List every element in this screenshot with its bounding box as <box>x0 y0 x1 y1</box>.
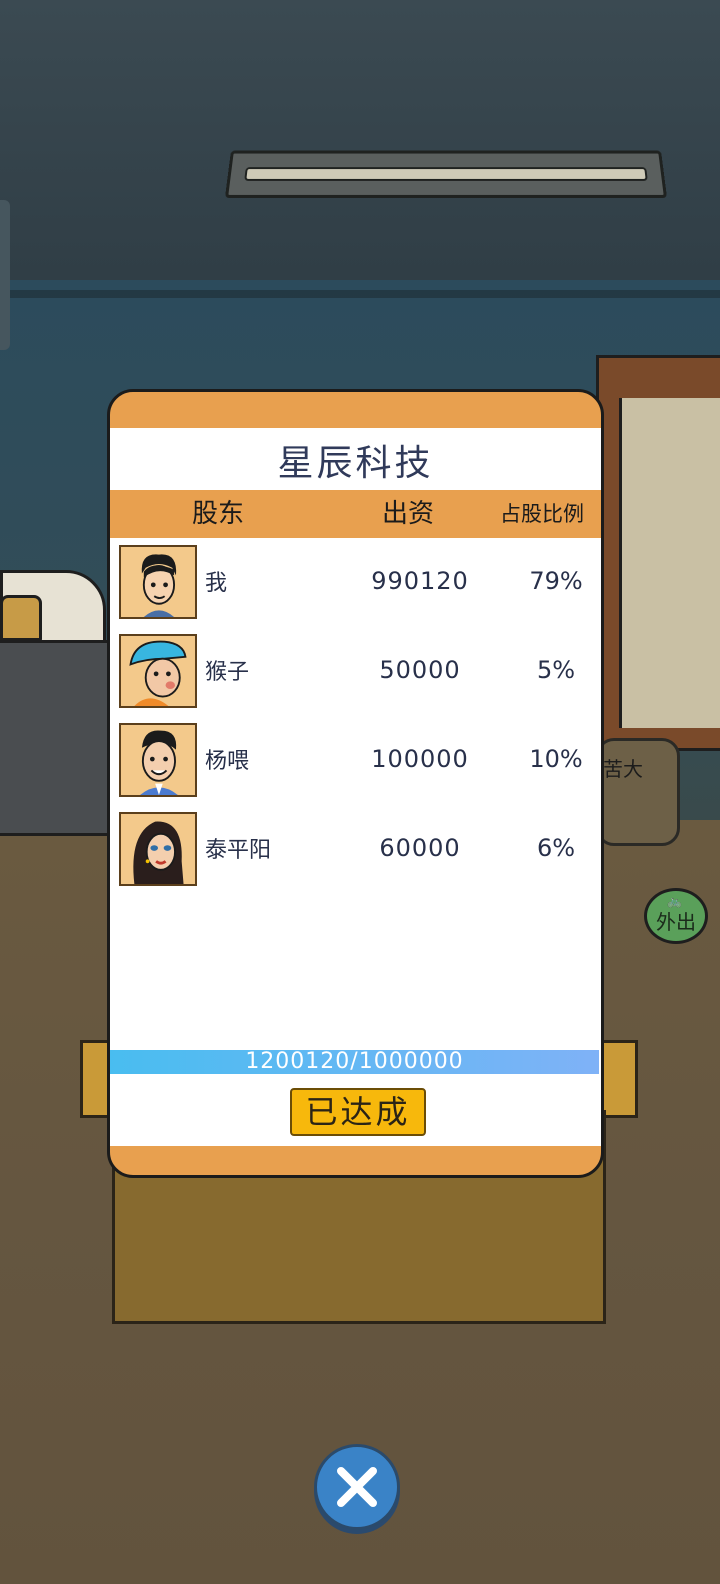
shareholder-ratio: 5% <box>536 656 576 684</box>
shareholder-ratio: 79% <box>529 567 583 595</box>
shareholder-name: 泰平阳 <box>205 838 272 863</box>
shareholder-ratio: 6% <box>536 834 576 862</box>
street-sign[interactable]: 苦大 <box>596 738 680 846</box>
side-tab[interactable] <box>0 200 10 350</box>
bookshelf <box>0 640 113 836</box>
wall-edge <box>0 290 720 298</box>
taipingyang-avatar-icon <box>119 812 197 886</box>
shareholder-name: 我 <box>205 571 228 596</box>
shareholder-ratio: 10% <box>529 745 583 773</box>
table-row: 猴子 50000 5% <box>110 630 601 710</box>
shareholder-name: 杨喂 <box>205 749 250 774</box>
shareholder-dialog: 星辰科技 股东 出资 占股比例 我 990120 79% 猴子 50000 5%… <box>107 389 604 1178</box>
street-sign-text: 苦大 <box>603 757 643 781</box>
bicycle-icon: 🚲 <box>667 894 682 908</box>
table-header: 股东 出资 占股比例 <box>110 490 601 538</box>
go-out-button[interactable]: 🚲 外出 <box>644 888 708 944</box>
funding-progress-bar: 1200120/1000000 <box>110 1050 599 1074</box>
ceiling-light <box>224 150 668 198</box>
table-row: 泰平阳 60000 6% <box>110 808 601 888</box>
lamp-icon <box>0 595 42 641</box>
shareholder-capital: 100000 <box>371 745 469 773</box>
company-title: 星辰科技 <box>277 443 434 484</box>
header-ratio: 占股比例 <box>500 502 584 526</box>
yang-avatar-icon <box>119 723 197 797</box>
wardrobe <box>596 355 720 751</box>
shareholder-capital: 50000 <box>379 656 461 684</box>
achieved-button[interactable]: 已达成 <box>290 1088 426 1136</box>
player-avatar-icon <box>119 545 197 619</box>
shareholder-capital: 60000 <box>379 834 461 862</box>
table-row: 我 990120 79% <box>110 541 601 621</box>
dialog-content: 星辰科技 股东 出资 占股比例 我 990120 79% 猴子 50000 5%… <box>110 428 601 1146</box>
close-button[interactable] <box>314 1444 400 1530</box>
table-row: 杨喂 100000 10% <box>110 719 601 799</box>
funding-progress-text: 1200120/1000000 <box>245 1049 464 1074</box>
go-out-label: 外出 <box>656 910 696 934</box>
header-shareholder: 股东 <box>192 499 245 529</box>
shareholder-capital: 990120 <box>371 567 469 595</box>
monkey-avatar-icon <box>119 634 197 708</box>
shareholder-name: 猴子 <box>205 660 250 685</box>
header-capital: 出资 <box>382 499 435 529</box>
close-icon <box>337 1467 377 1507</box>
